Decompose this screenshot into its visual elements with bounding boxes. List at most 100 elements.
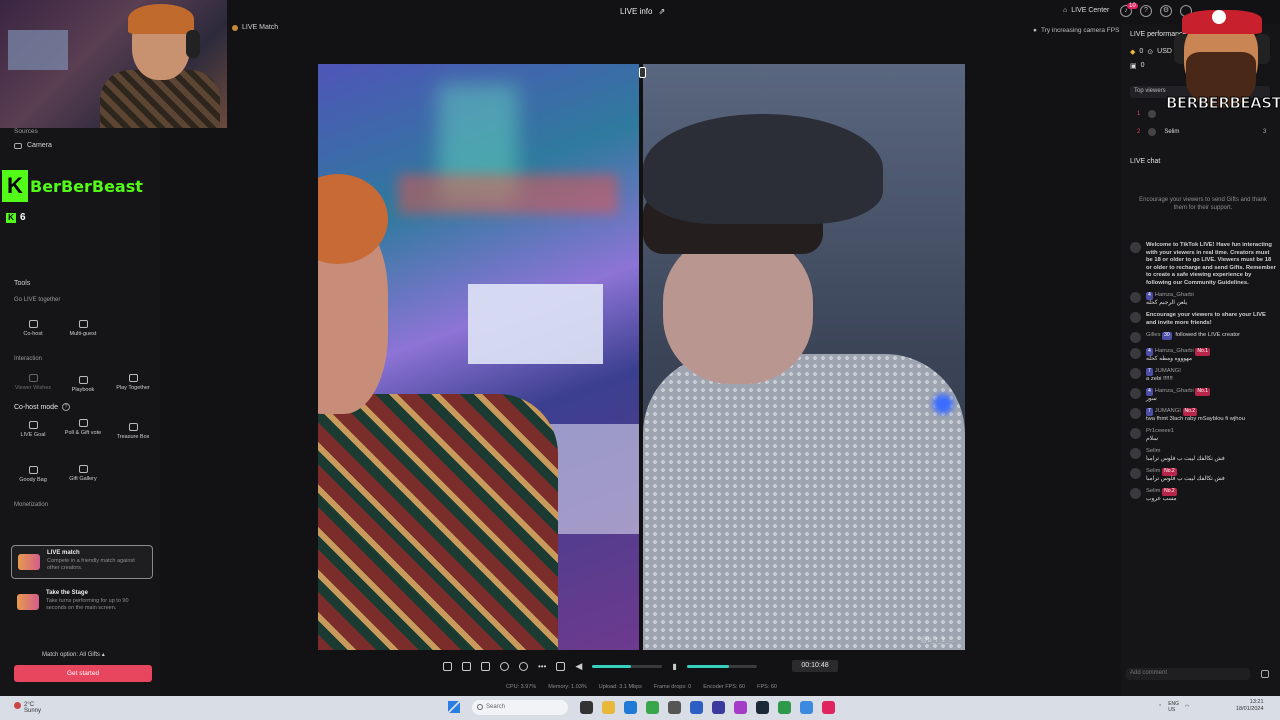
encoder-fps-stat: Encoder FPS: 60 (703, 684, 746, 690)
taskbar-clock[interactable]: 13:21 18/01/2024 (1236, 699, 1264, 713)
windows-taskbar: 2°C Sunny Search ⌃ ENG US ◠ 13:21 18/01/… (0, 696, 1280, 720)
chat-message[interactable]: 7 JUMANGI No.2 twa fhmt 3lach raby mSaybl… (1130, 408, 1276, 423)
chat-message[interactable]: Selim No.2 فش تكالفك ليبت ب فلوس ترامبا (1130, 468, 1276, 483)
chat-message[interactable]: 4 Hamza_Gharbi No.1 سور (1130, 388, 1276, 403)
live-info-button[interactable]: LIVE info ⇗ (620, 7, 665, 16)
chat-message[interactable]: Pr1ceeee1 سلام (1130, 428, 1276, 443)
avatar (1130, 468, 1141, 479)
app-icon[interactable] (690, 701, 703, 714)
weather-widget[interactable]: 2°C Sunny (14, 702, 41, 714)
cohost-tool[interactable]: Co-host (11, 320, 55, 337)
level-badge: 7 (1146, 368, 1153, 376)
more-icon[interactable]: ••• (538, 662, 546, 671)
taskbar-search[interactable]: Search (472, 700, 568, 715)
system-tray: ⌃ ENG US ◠ (1158, 701, 1189, 713)
tray-chevron-icon[interactable]: ⌃ (1158, 704, 1162, 710)
wifi-icon[interactable]: ◠ (1185, 704, 1189, 710)
camera-icon (14, 142, 22, 149)
fps-hint-label: Try increasing camera FPS (1040, 27, 1120, 34)
gifts-value: 0 (1140, 62, 1145, 69)
screen-icon[interactable] (481, 661, 490, 671)
stream-timer: 00:10:48 (792, 660, 838, 672)
info-icon[interactable]: ? (61, 403, 70, 411)
send-icon[interactable] (1261, 670, 1269, 678)
stream-controls: ••• ◀ ▮ (443, 657, 843, 675)
file-explorer-icon[interactable] (602, 701, 615, 714)
app-icon[interactable] (734, 701, 747, 714)
live-goal-tool[interactable]: LIVE Goal (11, 421, 55, 438)
message-text: followed the LIVE creator (1175, 332, 1241, 338)
chrome-icon[interactable] (646, 701, 659, 714)
magic-wand-icon[interactable] (443, 661, 452, 671)
add-comment-input[interactable]: Add comment (1126, 668, 1250, 680)
take-the-stage-desc: Take turns performing for up to 90 secon… (46, 598, 129, 611)
steam-icon[interactable] (756, 701, 769, 714)
message-text: twa fhmt 3lach raby mSayblou fi wjhou (1146, 415, 1245, 422)
chat-message[interactable]: 4 Hamza_Gharbi No.1 مهوووه ومطه كحله (1130, 348, 1276, 363)
chat-message[interactable]: Selim No.2 مسب عروب (1130, 488, 1276, 503)
chat-message[interactable]: Selim فش تكالفك ليبت ب فلوس ترامبا (1130, 448, 1276, 463)
camera-settings-icon[interactable] (519, 661, 528, 671)
share-icon: ⇗ (658, 7, 666, 16)
gift-gallery-tool[interactable]: Gift Gallery (61, 465, 105, 482)
gift-icon (78, 465, 88, 473)
record-icon[interactable] (500, 661, 509, 671)
goody-bag-tool[interactable]: Goody Bag (11, 466, 55, 483)
kick-overlay: K BerBerBeast (2, 170, 143, 202)
message-user: Pr1ceeee1 (1146, 428, 1175, 434)
rank-badge: No.1 (1195, 388, 1210, 396)
play-together-tool[interactable]: Play Together (111, 374, 155, 391)
windows-start-icon[interactable] (448, 701, 460, 713)
live-center-button[interactable]: ⌂ LIVE Center (1063, 7, 1109, 14)
edge-icon[interactable] (624, 701, 637, 714)
level-badge: 4 (1146, 348, 1153, 356)
live-match-badge[interactable]: LIVE Match (232, 24, 278, 31)
viewer-row[interactable]: 1 (1137, 110, 1164, 118)
treasure-box-tool[interactable]: Treasure Box (111, 423, 155, 440)
live-match-card[interactable]: LIVE match Compete in a friendly match a… (11, 545, 153, 579)
tiktok-live-icon[interactable] (822, 701, 835, 714)
level-badge: 30 (1162, 332, 1172, 340)
take-the-stage-card[interactable]: Take the Stage Take turns performing for… (11, 586, 153, 620)
viewer-wishes-tool[interactable]: Viewer Wishes (11, 374, 55, 391)
caret-up-icon: ▴ (101, 652, 105, 658)
source-camera[interactable]: Camera (14, 142, 52, 149)
mic-slider[interactable] (686, 664, 757, 668)
chat-message: Welcome to TikTok LIVE! Have fun interac… (1130, 242, 1276, 287)
get-started-button[interactable]: Get started (14, 665, 152, 682)
obs-icon[interactable] (668, 701, 681, 714)
fps-hint[interactable]: ● Try increasing camera FPS (1033, 27, 1119, 34)
kick-channel-name: BerBerBeast (30, 176, 143, 196)
task-view-icon[interactable] (580, 701, 593, 714)
microphone-icon[interactable]: ▮ (672, 662, 676, 671)
viewer-row[interactable]: 2 Selim 3 (1137, 128, 1266, 136)
multiguest-label: Multi-guest (69, 331, 97, 337)
live-center-label: LIVE Center (1071, 7, 1110, 14)
chat-message[interactable]: 7 JUMANGI a zebi !!!!!! (1130, 368, 1276, 383)
speaker-icon[interactable]: ◀ (575, 661, 582, 672)
mail-icon[interactable] (712, 701, 725, 714)
match-option-dropdown[interactable]: Match option: All Gifts ▴ (42, 651, 105, 658)
app-icon[interactable] (800, 701, 813, 714)
live-match-label: LIVE Match (242, 24, 279, 31)
chat-message[interactable]: Gilles 30 followed the LIVE creator (1130, 332, 1276, 343)
layers-icon[interactable] (462, 661, 471, 671)
lang-indicator[interactable]: ENG US (1168, 701, 1179, 713)
notification-badge: 10 (1127, 3, 1138, 9)
viewer-wishes-label: Viewer Wishes (14, 385, 52, 391)
playbook-tool[interactable]: Playbook (61, 376, 105, 393)
region-label: US (1168, 707, 1176, 713)
app-icon[interactable] (778, 701, 791, 714)
avatar (1130, 428, 1141, 439)
multiguest-tool[interactable]: Multi-guest (61, 320, 105, 337)
chat-hint: Encourage your viewers to send Gifts and… (1139, 197, 1267, 211)
chat-message[interactable]: 4 Hamza_Gharbi يلعن الرجبم كحله (1130, 292, 1276, 307)
poll-gift-vote-tool[interactable]: Poll & Gift vote (61, 419, 105, 436)
stream-stats: CPU: 3.97% Memory: 1.03% Upload: 3.1 Mbp… (506, 684, 777, 690)
gift-box-icon: ▣ (1130, 63, 1137, 70)
live-match-card-desc: Compete in a friendly match against othe… (47, 558, 135, 571)
help-icon[interactable]: ? (1140, 5, 1152, 17)
chat-messages: Welcome to TikTok LIVE! Have fun interac… (1130, 242, 1276, 508)
filters-icon[interactable] (556, 661, 566, 671)
volume-slider[interactable] (592, 664, 663, 668)
